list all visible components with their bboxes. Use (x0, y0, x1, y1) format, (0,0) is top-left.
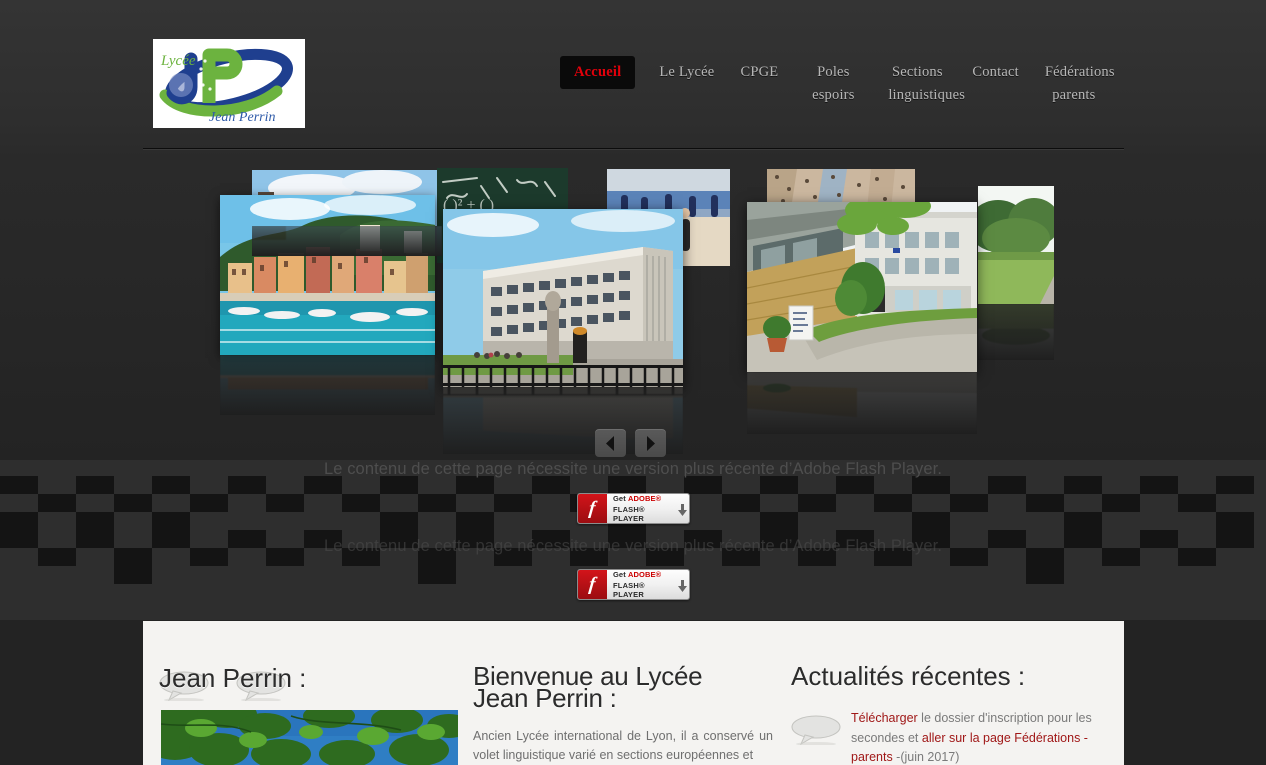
slide-courtyard-reflection (747, 372, 977, 434)
left-column-title: Jean Perrin : (159, 663, 307, 693)
flash-message-1: Le contenu de cette page nécessite une v… (323, 460, 943, 478)
nav-item-contact[interactable]: Contact (970, 56, 1021, 89)
flash-placeholder-1: Le contenu de cette page nécessite une v… (0, 460, 1266, 540)
main-content-panel: Jean Perrin : Bienvenue au Lycée Jean Pe… (143, 621, 1124, 765)
chevron-right-icon (647, 435, 655, 451)
speech-bubble-icon (791, 715, 841, 746)
flash-badge-text: Get ADOBE® FLASH® PLAYER (607, 494, 675, 523)
slide-park-reflection (978, 304, 1054, 360)
news-item: Télécharger le dossier d'inscription pou… (791, 709, 1111, 765)
download-arrow-icon (675, 577, 689, 592)
carousel-controls[interactable] (595, 429, 666, 457)
slide-courtyard[interactable] (747, 202, 977, 372)
column-middle: Bienvenue au Lycée Jean Perrin : Ancien … (473, 621, 773, 765)
site-logo[interactable]: Lycée Jean Perrin (153, 39, 305, 128)
download-arrow-icon (675, 501, 689, 516)
middle-column-title-line2: Jean Perrin : (473, 683, 617, 713)
news-item-text: Télécharger le dossier d'inscription pou… (851, 709, 1111, 765)
nav-item-le-lycee[interactable]: Le Lycée (657, 56, 716, 89)
main-navigation[interactable]: Accueil Le Lycée CPGE Poles espoirs Sect… (560, 56, 1130, 112)
left-column-photo (161, 710, 458, 765)
nav-item-poles-espoirs[interactable]: Poles espoirs (802, 56, 864, 112)
flash-logo-icon: f (578, 570, 607, 599)
svg-text:Lycée: Lycée (160, 53, 196, 69)
flash-badge-get: Get (613, 570, 628, 579)
news-section-title: Actualités récentes : (791, 661, 1026, 691)
flash-placeholder-2: Le contenu de cette page nécessite une v… (0, 530, 1266, 620)
nav-item-cpge[interactable]: CPGE (738, 56, 780, 89)
nav-item-accueil[interactable]: Accueil (560, 56, 636, 89)
flash-badge-adobe: ADOBE® (628, 494, 662, 503)
svg-text:Jean Perrin: Jean Perrin (209, 110, 275, 125)
flash-badge-player: FLASH® PLAYER (613, 505, 645, 523)
flash-badge-player: FLASH® PLAYER (613, 581, 645, 599)
slide-portofino-image (220, 195, 435, 355)
carousel-next-button[interactable] (635, 429, 666, 457)
news-bubble-icon-wrap (791, 709, 841, 765)
news-text-part2: -(juin 2017) (892, 750, 960, 764)
slide-lycee-facade-image (443, 209, 683, 387)
header-divider (143, 148, 1124, 149)
slide-park-image (978, 186, 1054, 304)
slide-portofino-reflection (220, 355, 435, 415)
slide-courtyard-image (747, 202, 977, 372)
foliage-sky-image (161, 710, 458, 765)
slide-lycee-facade[interactable] (443, 209, 683, 387)
welcome-paragraph: Ancien Lycée international de Lyon, il a… (473, 729, 773, 762)
logo-graphic: Lycée Jean Perrin (153, 39, 305, 128)
page-root: Lycée Jean Perrin Accueil Le Lycée CPGE … (0, 0, 1266, 765)
flash-message-2: Le contenu de cette page nécessite une v… (323, 537, 943, 555)
slide-rooftop-reflection (252, 226, 442, 256)
slide-portofino[interactable] (220, 195, 435, 355)
nav-item-federations-parents[interactable]: Fédérations parents (1043, 56, 1115, 112)
site-header: Lycée Jean Perrin Accueil Le Lycée CPGE … (0, 0, 1266, 149)
get-flash-player-badge-1[interactable]: f Get ADOBE® FLASH® PLAYER (577, 493, 690, 524)
chevron-left-icon (606, 435, 614, 451)
flash-badge-adobe: ADOBE® (628, 570, 662, 579)
flash-badge-get: Get (613, 494, 628, 503)
nav-item-sections-linguistiques[interactable]: Sections linguistiques (886, 56, 965, 112)
image-carousel[interactable]: ( )² + ( ) (0, 160, 1266, 460)
slide-park[interactable] (978, 186, 1054, 304)
carousel-prev-button[interactable] (595, 429, 626, 457)
column-right: Actualités récentes : Télécharger le dos… (791, 621, 1111, 765)
get-flash-player-badge-2[interactable]: f Get ADOBE® FLASH® PLAYER (577, 569, 690, 600)
flash-logo-icon: f (578, 494, 607, 523)
flash-badge-text: Get ADOBE® FLASH® PLAYER (607, 570, 675, 599)
news-link-telecharger[interactable]: Télécharger (851, 711, 918, 725)
